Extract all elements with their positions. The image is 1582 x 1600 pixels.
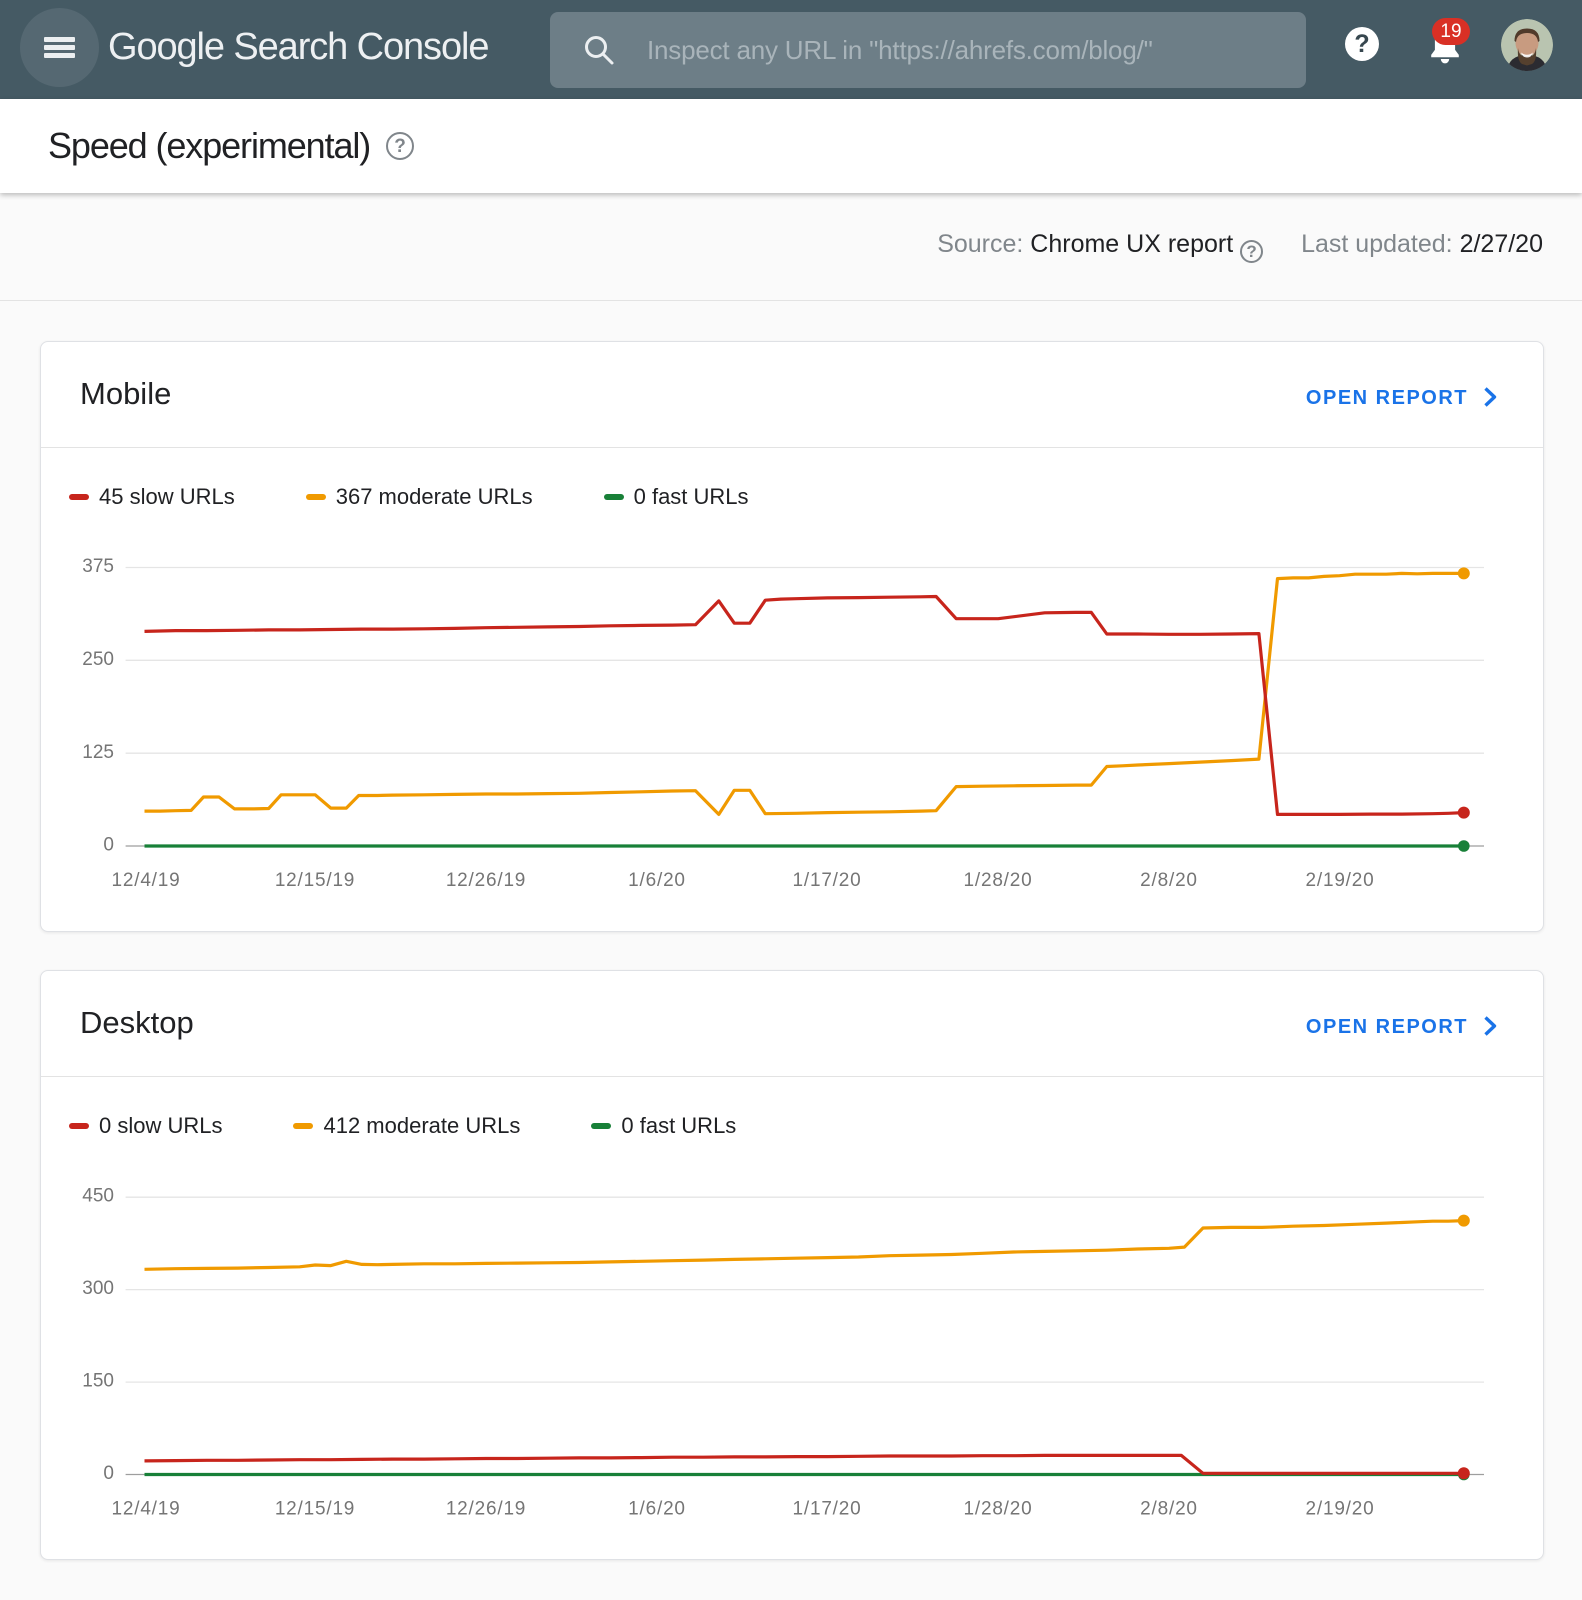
svg-text:0: 0 [103, 835, 114, 856]
svg-text:1/17/20: 1/17/20 [793, 1499, 862, 1520]
svg-text:300: 300 [82, 1278, 114, 1299]
svg-text:2/8/20: 2/8/20 [1140, 870, 1198, 891]
svg-text:12/26/19: 12/26/19 [446, 1499, 526, 1520]
svg-text:12/26/19: 12/26/19 [446, 870, 526, 891]
svg-text:12/15/19: 12/15/19 [275, 1499, 355, 1520]
svg-text:12/15/19: 12/15/19 [275, 870, 355, 891]
svg-text:1/6/20: 1/6/20 [628, 1499, 686, 1520]
svg-text:1/28/20: 1/28/20 [964, 870, 1033, 891]
svg-text:0: 0 [103, 1463, 114, 1484]
svg-text:125: 125 [82, 742, 114, 763]
svg-text:12/4/19: 12/4/19 [112, 1499, 181, 1520]
svg-text:2/8/20: 2/8/20 [1140, 1499, 1198, 1520]
svg-text:1/6/20: 1/6/20 [628, 870, 686, 891]
svg-text:250: 250 [82, 649, 114, 670]
svg-text:1/28/20: 1/28/20 [964, 1499, 1033, 1520]
svg-text:375: 375 [82, 556, 114, 577]
svg-text:12/4/19: 12/4/19 [112, 870, 181, 891]
svg-text:450: 450 [82, 1186, 114, 1207]
svg-text:150: 150 [82, 1371, 114, 1392]
svg-text:2/19/20: 2/19/20 [1306, 870, 1375, 891]
svg-text:2/19/20: 2/19/20 [1306, 1499, 1375, 1520]
svg-text:1/17/20: 1/17/20 [793, 870, 862, 891]
